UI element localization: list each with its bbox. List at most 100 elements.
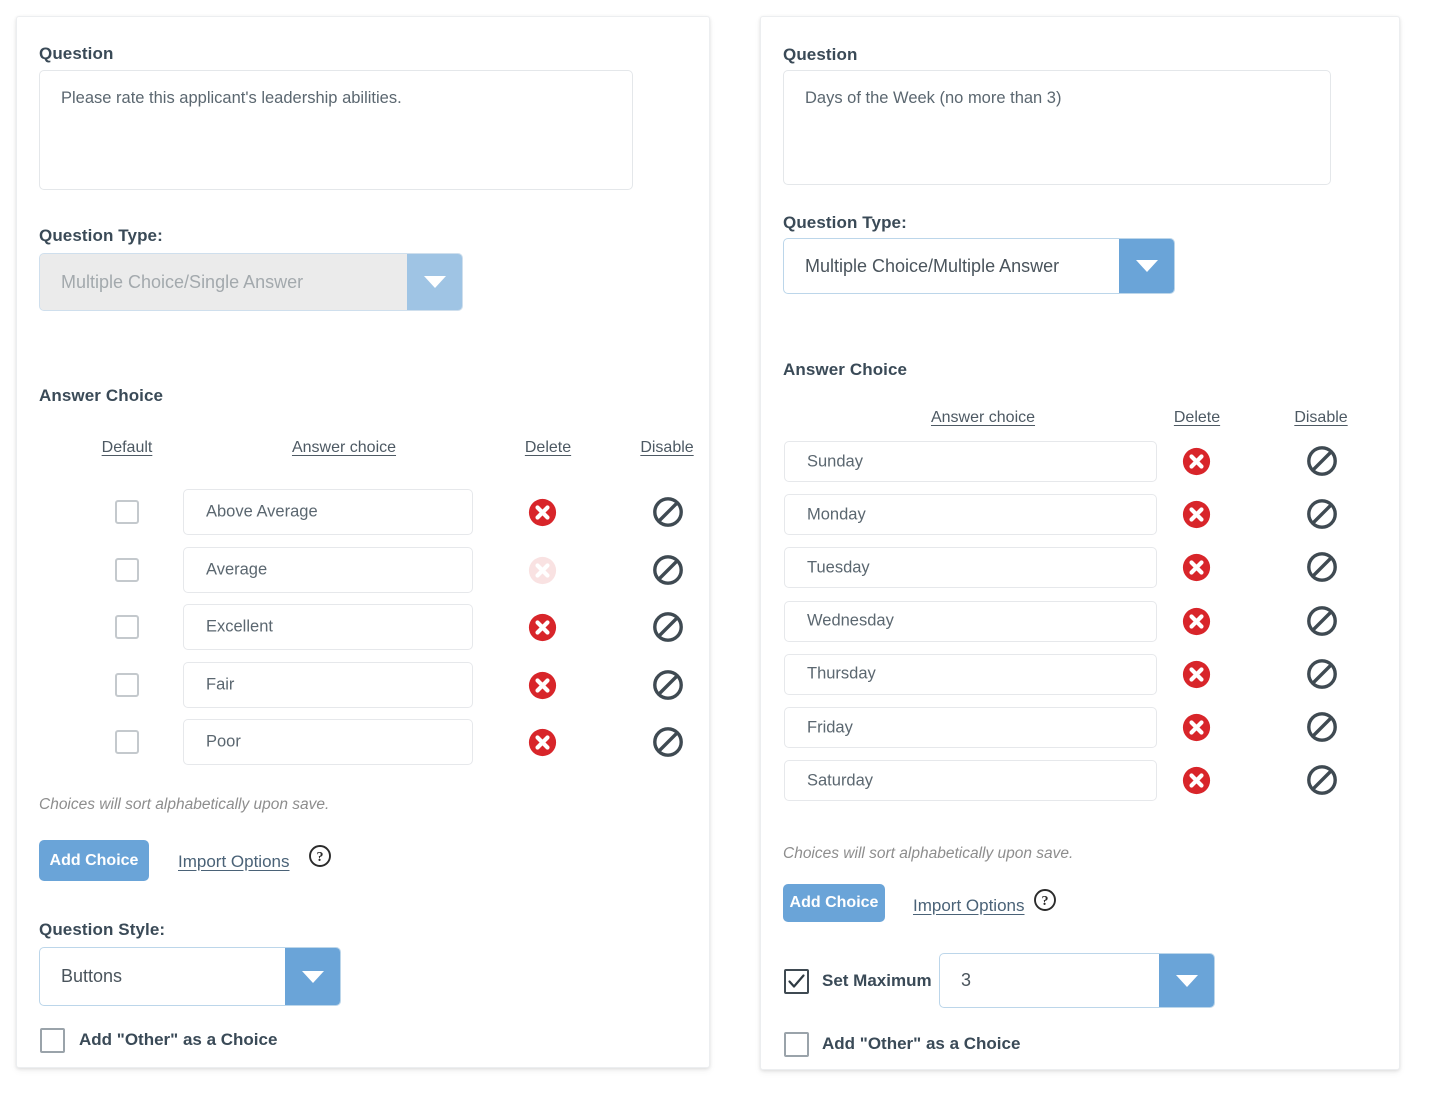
answer-choice-value: Excellent bbox=[206, 617, 273, 636]
editor-stage: Question Please rate this applicant's le… bbox=[0, 0, 1433, 1095]
delete-circle-x-icon[interactable] bbox=[1182, 713, 1211, 742]
answer-choice-value: Tuesday bbox=[807, 558, 870, 577]
answer-choice-input[interactable]: Tuesday bbox=[784, 547, 1157, 589]
disable-slash-icon[interactable] bbox=[1306, 551, 1338, 583]
question-type-select-value: Multiple Choice/Multiple Answer bbox=[805, 255, 1060, 276]
default-checkbox[interactable] bbox=[115, 615, 139, 639]
answer-choice-value: Monday bbox=[807, 505, 866, 524]
answer-choice-input[interactable]: Excellent bbox=[183, 604, 473, 650]
answer-choice-value: Saturday bbox=[807, 771, 874, 790]
chevron-down-icon[interactable] bbox=[1159, 954, 1214, 1007]
question-textarea[interactable]: Days of the Week (no more than 3) bbox=[783, 70, 1331, 185]
column-header-answer-choice: Answer choice bbox=[291, 439, 397, 456]
disable-slash-icon[interactable] bbox=[1306, 605, 1338, 637]
question-textarea[interactable]: Please rate this applicant's leadership … bbox=[39, 70, 633, 190]
delete-circle-x-icon[interactable] bbox=[1182, 553, 1211, 582]
column-header-delete: Delete bbox=[524, 439, 572, 456]
answer-choice-input[interactable]: Above Average bbox=[183, 489, 473, 535]
add-other-label: Add "Other" as a Choice bbox=[79, 1030, 278, 1049]
answer-choice-input[interactable]: Monday bbox=[784, 494, 1157, 536]
question-style-select[interactable]: Buttons bbox=[39, 947, 341, 1006]
add-other-checkbox[interactable] bbox=[784, 1032, 809, 1057]
add-choice-button[interactable]: Add Choice bbox=[783, 884, 885, 922]
set-maximum-select-value: 3 bbox=[961, 970, 972, 990]
svg-text:?: ? bbox=[317, 850, 324, 865]
help-question-circle-icon[interactable]: ? bbox=[1033, 888, 1057, 912]
answer-choice-input[interactable]: Average bbox=[183, 546, 473, 593]
answer-choice-value: Wednesday bbox=[807, 611, 894, 630]
answer-choice-section-label: Answer Choice bbox=[783, 360, 908, 379]
question-label: Question bbox=[783, 45, 858, 64]
delete-circle-x-icon[interactable] bbox=[1182, 447, 1211, 476]
delete-circle-x-icon[interactable] bbox=[528, 613, 557, 642]
disable-slash-icon[interactable] bbox=[1306, 658, 1338, 690]
column-header-answer-choice: Answer choice bbox=[930, 409, 1036, 426]
disable-slash-icon[interactable] bbox=[652, 611, 684, 643]
disable-slash-icon[interactable] bbox=[652, 496, 684, 528]
add-other-checkbox[interactable] bbox=[40, 1028, 65, 1053]
delete-circle-x-icon[interactable] bbox=[528, 671, 557, 700]
set-maximum-select[interactable]: 3 bbox=[939, 953, 1215, 1008]
set-maximum-label: Set Maximum bbox=[822, 971, 932, 990]
disable-slash-icon[interactable] bbox=[1306, 498, 1338, 530]
answer-choice-value: Above Average bbox=[206, 502, 318, 521]
disable-slash-icon[interactable] bbox=[1306, 445, 1338, 477]
add-choice-button[interactable]: Add Choice bbox=[39, 840, 149, 881]
question-label: Question bbox=[39, 44, 114, 63]
answer-choice-input[interactable]: Saturday bbox=[784, 760, 1157, 802]
chevron-down-icon[interactable] bbox=[407, 254, 462, 310]
disable-slash-icon[interactable] bbox=[1306, 764, 1338, 796]
import-options-link[interactable]: Import Options bbox=[178, 852, 290, 872]
question-style-label: Question Style: bbox=[39, 920, 166, 939]
default-checkbox[interactable] bbox=[115, 557, 139, 582]
answer-choice-input[interactable]: Wednesday bbox=[784, 600, 1157, 642]
answer-choice-value: Friday bbox=[807, 718, 853, 736]
question-type-label: Question Type: bbox=[783, 213, 907, 232]
delete-circle-x-icon[interactable] bbox=[528, 498, 557, 527]
column-header-disable: Disable bbox=[1294, 409, 1348, 426]
disable-slash-icon[interactable] bbox=[652, 554, 684, 586]
delete-circle-x-icon[interactable] bbox=[1182, 766, 1211, 795]
delete-circle-x-icon[interactable] bbox=[1182, 607, 1211, 636]
question-type-select[interactable]: Multiple Choice/Multiple Answer bbox=[783, 238, 1175, 294]
question-style-select-value: Buttons bbox=[61, 966, 123, 986]
sort-note: Choices will sort alphabetically upon sa… bbox=[783, 845, 1074, 862]
delete-circle-x-icon[interactable] bbox=[528, 728, 557, 757]
answer-choice-input[interactable]: Thursday bbox=[784, 653, 1157, 695]
delete-circle-x-icon[interactable] bbox=[1182, 660, 1211, 689]
column-header-delete: Delete bbox=[1173, 409, 1221, 426]
column-header-disable: Disable bbox=[640, 439, 694, 456]
delete-circle-x-icon[interactable] bbox=[1182, 500, 1211, 529]
answer-choice-value: Sunday bbox=[807, 452, 863, 470]
default-checkbox[interactable] bbox=[115, 672, 139, 697]
disable-slash-icon[interactable] bbox=[652, 669, 684, 701]
default-checkbox[interactable] bbox=[115, 500, 139, 524]
question-type-label: Question Type: bbox=[39, 226, 163, 245]
question-card-multiple-answer: Question Days of the Week (no more than … bbox=[760, 16, 1400, 1070]
question-type-select-value: Multiple Choice/Single Answer bbox=[40, 254, 407, 310]
help-question-circle-icon[interactable]: ? bbox=[308, 844, 332, 868]
chevron-down-icon[interactable] bbox=[1119, 239, 1174, 293]
sort-note: Choices will sort alphabetically upon sa… bbox=[39, 796, 330, 813]
add-other-label: Add "Other" as a Choice bbox=[822, 1034, 1021, 1053]
answer-choice-input[interactable]: Friday bbox=[784, 707, 1157, 748]
answer-choice-input[interactable]: Poor bbox=[183, 719, 473, 765]
disable-slash-icon[interactable] bbox=[652, 726, 684, 758]
answer-choice-value: Average bbox=[206, 560, 268, 578]
answer-choice-value: Fair bbox=[206, 675, 235, 693]
disable-slash-icon[interactable] bbox=[1306, 711, 1338, 743]
chevron-down-icon[interactable] bbox=[285, 948, 340, 1005]
import-options-link[interactable]: Import Options bbox=[913, 896, 1025, 916]
answer-choice-value: Poor bbox=[206, 732, 241, 751]
delete-circle-x-icon[interactable] bbox=[528, 556, 557, 585]
question-type-select[interactable]: Multiple Choice/Single Answer bbox=[39, 253, 463, 311]
answer-choice-input[interactable]: Fair bbox=[183, 661, 473, 708]
set-maximum-checkbox[interactable] bbox=[784, 969, 809, 994]
svg-text:?: ? bbox=[1042, 894, 1049, 909]
answer-choice-input[interactable]: Sunday bbox=[784, 441, 1157, 482]
answer-choice-value: Thursday bbox=[807, 664, 876, 683]
default-checkbox[interactable] bbox=[115, 730, 139, 754]
question-text-value: Days of the Week (no more than 3) bbox=[805, 89, 1062, 107]
question-text-value: Please rate this applicant's leadership … bbox=[61, 89, 402, 107]
question-card-single-answer: Question Please rate this applicant's le… bbox=[16, 16, 710, 1068]
